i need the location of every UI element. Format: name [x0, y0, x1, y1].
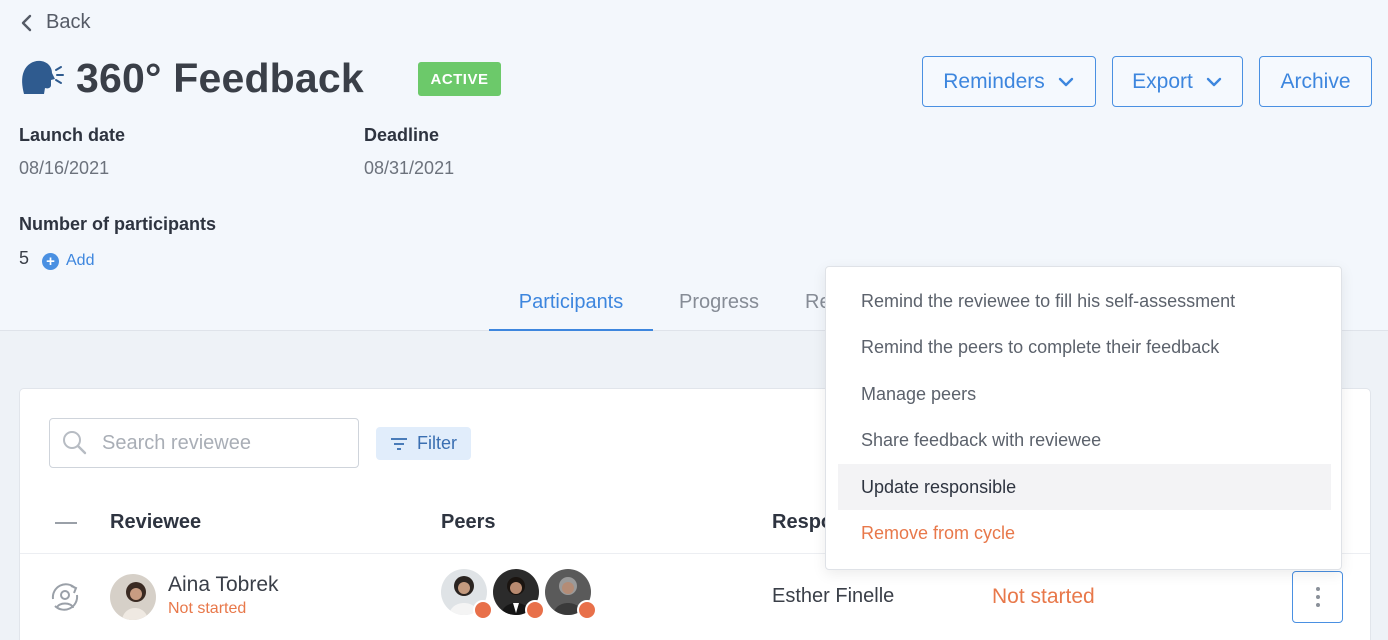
more-vertical-icon: [1315, 587, 1320, 591]
search-input[interactable]: [102, 431, 332, 455]
speaking-head-icon: [22, 60, 64, 94]
search-icon: [63, 431, 87, 455]
peer-status-dot: [577, 600, 597, 620]
launch-date-label: Launch date: [19, 125, 126, 145]
plus-circle-icon: +: [42, 252, 59, 270]
row-status: Not started: [992, 585, 1095, 608]
add-label: Add: [66, 252, 95, 269]
avatar: [110, 574, 156, 620]
menu-item-remove-from-cycle[interactable]: Remove from cycle: [838, 510, 1331, 556]
chevron-left-icon: [21, 14, 32, 31]
chevron-down-icon: [1058, 77, 1073, 86]
menu-item-share-feedback[interactable]: Share feedback with reviewee: [838, 417, 1331, 463]
back-link[interactable]: Back: [18, 11, 90, 34]
add-participant-button[interactable]: + Add: [42, 252, 94, 270]
menu-item-update-responsible[interactable]: Update responsible: [838, 464, 1331, 510]
filter-icon: [391, 437, 407, 450]
deadline-value: 08/31/2021: [364, 158, 455, 178]
archive-label: Archive: [1280, 69, 1351, 93]
reminders-label: Reminders: [943, 69, 1045, 93]
participants-label: Number of participants: [19, 214, 217, 234]
peer-status-dot: [525, 600, 545, 620]
menu-item-remind-peers[interactable]: Remind the peers to complete their feedb…: [838, 324, 1331, 370]
export-label: Export: [1132, 69, 1193, 93]
menu-item-remind-reviewee[interactable]: Remind the reviewee to fill his self-ass…: [838, 278, 1331, 324]
filter-label: Filter: [417, 433, 457, 453]
participants-count: 5: [19, 248, 30, 268]
row-actions-menu: Remind the reviewee to fill his self-ass…: [825, 266, 1342, 570]
filter-button[interactable]: Filter: [376, 427, 471, 460]
chevron-down-icon: [1206, 77, 1222, 86]
search-box[interactable]: [49, 418, 359, 468]
archive-button[interactable]: Archive: [1259, 56, 1372, 107]
reminders-button[interactable]: Reminders: [922, 56, 1096, 107]
page-title: 360° Feedback: [76, 55, 364, 101]
column-header-reviewee[interactable]: Reviewee: [110, 511, 201, 534]
peer-status-dot: [473, 600, 493, 620]
export-button[interactable]: Export: [1112, 56, 1243, 107]
user-cycle-icon: [51, 583, 79, 611]
tab-participants[interactable]: Participants: [489, 283, 653, 331]
row-actions-button[interactable]: [1292, 571, 1343, 623]
title-row: 360° Feedback: [18, 55, 364, 102]
column-header-responsible[interactable]: Respo: [772, 511, 833, 534]
select-all-toggle[interactable]: [55, 522, 77, 524]
deadline-label: Deadline: [364, 125, 440, 145]
column-header-peers[interactable]: Peers: [441, 511, 496, 534]
menu-item-manage-peers[interactable]: Manage peers: [838, 371, 1331, 417]
back-label: Back: [46, 11, 91, 33]
reviewee-name[interactable]: Aina Tobrek: [168, 573, 279, 597]
status-badge: ACTIVE: [418, 62, 501, 96]
responsible-name: Esther Finelle: [772, 585, 895, 607]
tab-progress[interactable]: Progress: [665, 283, 773, 331]
reviewee-status: Not started: [168, 600, 247, 617]
launch-date-value: 08/16/2021: [19, 158, 110, 178]
